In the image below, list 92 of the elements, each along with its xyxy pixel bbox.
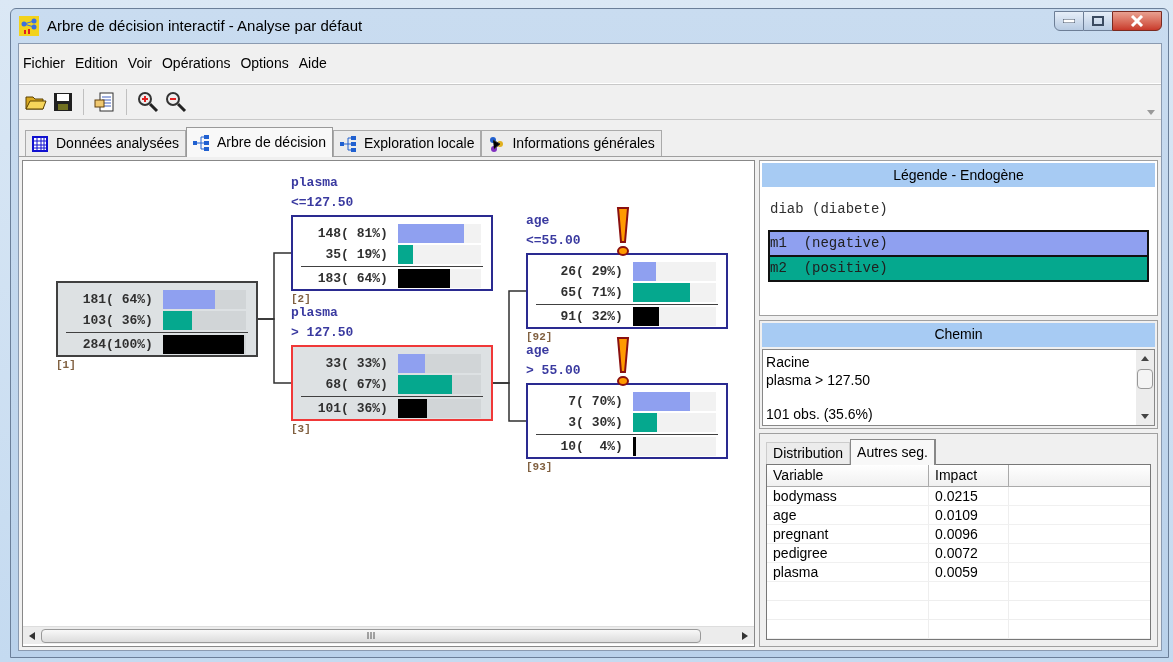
tree-node[interactable]: 148( 81%) 35( 19%) 183( 64%) xyxy=(291,215,493,291)
table-cell: 0.0096 xyxy=(929,525,1010,543)
split-condition: > 55.00 xyxy=(526,362,581,380)
tab[interactable]: Informations générales xyxy=(481,130,662,156)
minimize-icon xyxy=(1063,19,1075,23)
legend-variable: diab (diabete) xyxy=(770,200,889,219)
table-cell: pregnant xyxy=(767,525,930,543)
window-title: Arbre de décision interactif - Analyse par défaut xyxy=(47,15,363,36)
connector-line xyxy=(257,318,292,384)
table-cell: bodymass xyxy=(767,487,930,505)
table-cell: 0.0109 xyxy=(929,506,1010,524)
node-count: 26( 29%) xyxy=(559,262,623,281)
node-count: 65( 71%) xyxy=(559,283,623,302)
node-count: 33( 33%) xyxy=(324,354,388,373)
tab[interactable]: Données analysées xyxy=(25,130,186,156)
column-header[interactable]: Impact xyxy=(929,465,1010,486)
scroll-down-icon[interactable] xyxy=(1141,414,1149,419)
split-variable: age xyxy=(526,212,551,230)
vertical-scrollbar[interactable] xyxy=(1136,349,1154,425)
menu-item[interactable]: Voir xyxy=(127,53,152,74)
clipboard-icon[interactable] xyxy=(94,91,116,113)
minimize-button[interactable] xyxy=(1054,11,1084,31)
tree-node[interactable]: 26( 29%) 65( 71%) 91( 32%) xyxy=(526,253,728,329)
open-folder-icon[interactable] xyxy=(25,93,47,111)
table-cell: age xyxy=(767,506,930,524)
path-header: Chemin xyxy=(762,322,1155,347)
tab[interactable]: Arbre de décision xyxy=(186,127,333,157)
table-cell: 0.0072 xyxy=(929,544,1010,562)
table-cell: pedigree xyxy=(767,544,930,562)
network-icon xyxy=(488,135,505,152)
table-cell: 0.0059 xyxy=(929,563,1010,581)
tab[interactable]: Exploration locale xyxy=(332,130,482,156)
node-count: 10( 4%) xyxy=(559,437,623,456)
node-count: 91( 32%) xyxy=(559,307,623,326)
node-count: 284(100%) xyxy=(81,335,153,354)
tab[interactable]: Distribution xyxy=(766,442,851,464)
node-count: 103( 36%) xyxy=(81,311,153,330)
menu-item[interactable]: Fichier xyxy=(23,53,65,74)
tree-node[interactable]: 7( 70%) 3( 30%) 10( 4%) xyxy=(526,383,728,459)
node-count: 35( 19%) xyxy=(324,245,388,264)
menu-item[interactable]: Edition xyxy=(75,53,118,74)
node-id: [92] xyxy=(526,330,553,345)
path-summary: 101 obs. (35.6%) xyxy=(766,404,874,423)
scrollbar-thumb[interactable] xyxy=(1137,368,1153,389)
table-cell: plasma xyxy=(767,563,930,581)
node-count: 3( 30%) xyxy=(567,413,623,432)
node-id: [1] xyxy=(56,358,76,373)
legend-class: m1 (negative) xyxy=(768,230,1149,257)
close-button[interactable] xyxy=(1112,11,1162,31)
scrollbar-thumb[interactable] xyxy=(41,628,701,643)
zoom-in-icon[interactable] xyxy=(137,91,159,113)
app-icon xyxy=(19,16,39,36)
split-variable: plasma xyxy=(291,174,339,192)
tab[interactable]: Autres seg. xyxy=(850,439,936,465)
split-condition: <=55.00 xyxy=(526,232,581,250)
node-id: [93] xyxy=(526,460,553,475)
zoom-out-icon[interactable] xyxy=(165,91,187,113)
node-id: [3] xyxy=(291,422,311,437)
path-line: Racine xyxy=(766,352,811,371)
maximize-icon xyxy=(1092,16,1104,26)
column-header[interactable]: Variable xyxy=(767,465,930,486)
node-count: 7( 70%) xyxy=(567,392,623,411)
legend-class: m2 (positive) xyxy=(768,255,1149,282)
split-condition: > 127.50 xyxy=(291,324,354,342)
node-count: 181( 64%) xyxy=(81,290,153,309)
split-variable: plasma xyxy=(291,304,339,322)
scroll-up-icon[interactable] xyxy=(1141,355,1149,361)
tree-icon xyxy=(193,134,209,151)
horizontal-scrollbar[interactable] xyxy=(23,626,755,644)
tree-node[interactable]: 181( 64%) 103( 36%) 284(100%) xyxy=(56,281,258,357)
table-cell: 0.0215 xyxy=(929,487,1010,505)
tree-icon xyxy=(339,135,356,152)
menu-item[interactable]: Options xyxy=(240,53,289,74)
split-condition: <=127.50 xyxy=(291,194,354,212)
node-id: [2] xyxy=(291,292,311,307)
node-count: 183( 64%) xyxy=(316,269,388,288)
node-count: 148( 81%) xyxy=(316,224,388,243)
grip-icon xyxy=(367,632,375,639)
node-count: 68( 67%) xyxy=(324,375,388,394)
menu-item[interactable]: Opérations xyxy=(161,53,231,74)
legend-header: Légende - Endogène xyxy=(762,163,1155,187)
close-icon xyxy=(1130,15,1144,27)
grid-icon xyxy=(32,135,48,152)
menu-item[interactable]: Aide xyxy=(298,53,327,74)
scroll-left-icon[interactable] xyxy=(29,631,35,640)
maximize-button[interactable] xyxy=(1084,11,1112,31)
save-icon[interactable] xyxy=(53,92,73,112)
split-variable: age xyxy=(526,342,551,360)
scroll-right-icon[interactable] xyxy=(742,631,749,640)
path-line: plasma > 127.50 xyxy=(766,370,871,389)
node-count: 101( 36%) xyxy=(316,399,388,418)
tree-node[interactable]: 33( 33%) 68( 67%) 101( 36%) xyxy=(291,345,493,421)
